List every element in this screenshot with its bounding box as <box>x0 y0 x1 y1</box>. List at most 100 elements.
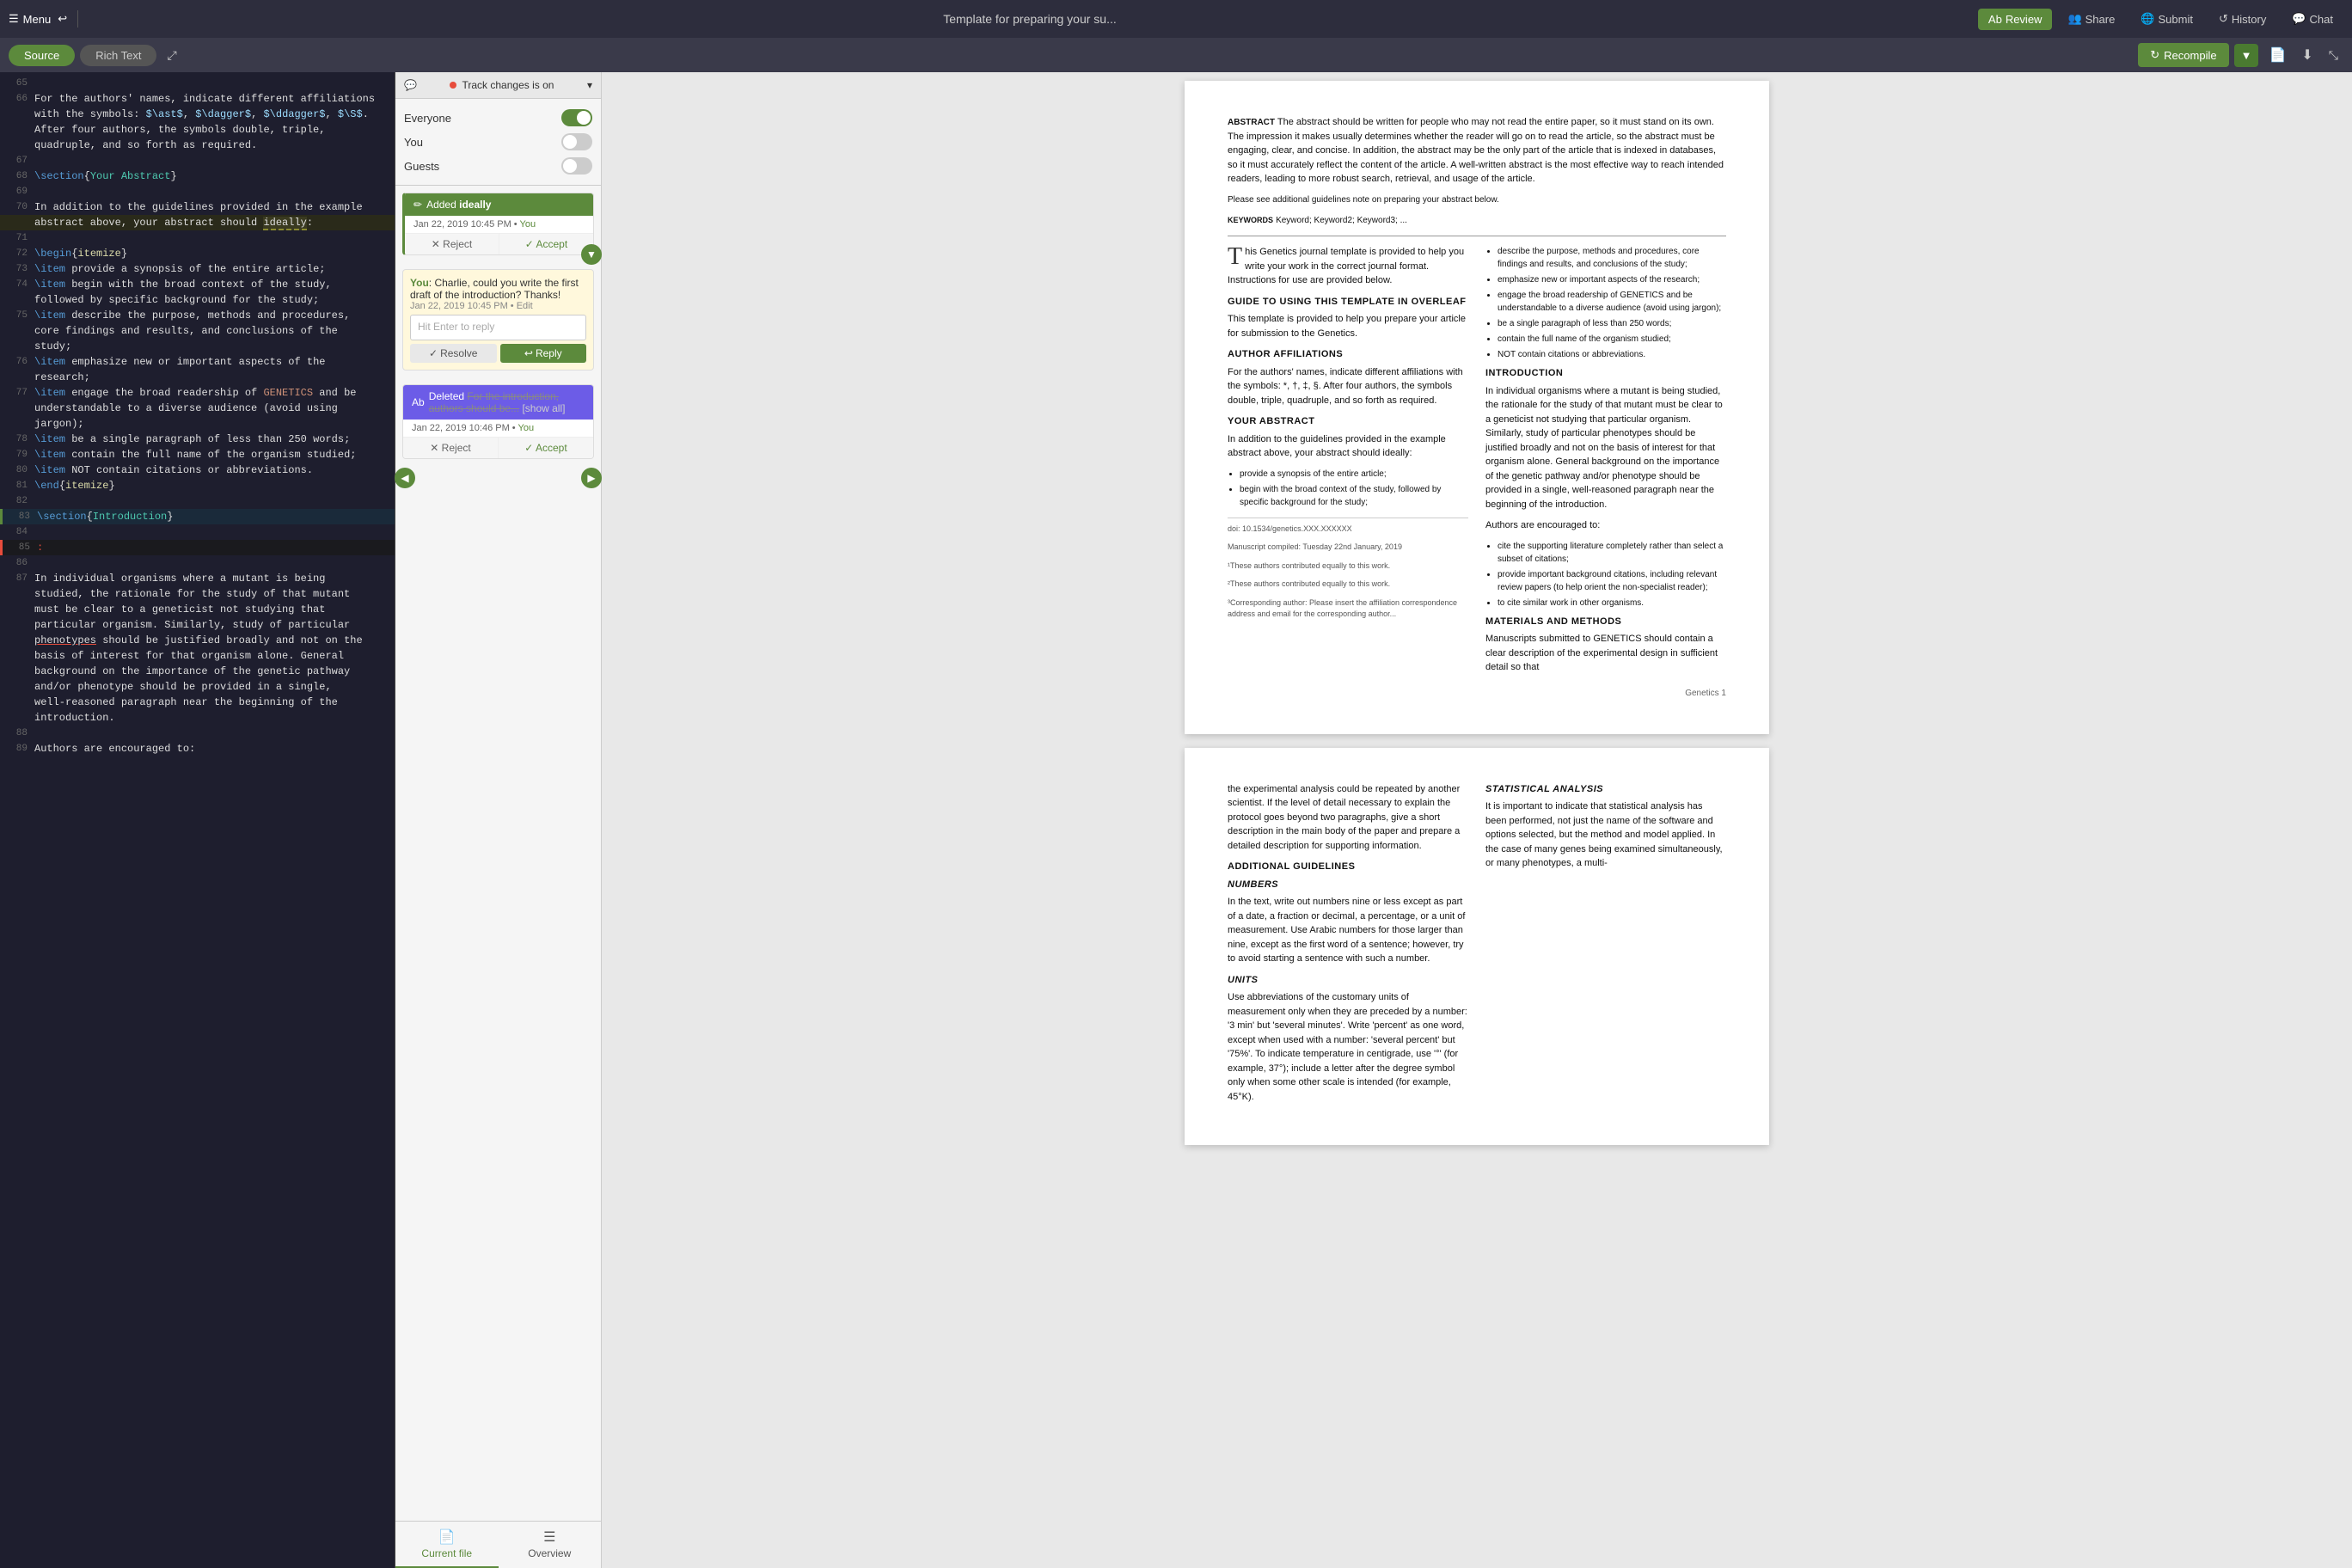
reply-button[interactable]: ↩ Reply <box>500 344 587 363</box>
line-87g: background on the importance of the gene… <box>0 664 395 679</box>
reject-button[interactable]: ✕ Reject <box>405 234 499 254</box>
line-86: 86 <box>0 555 395 571</box>
track-label: Track changes is on <box>462 79 554 91</box>
line-76: 76 \item emphasize new or important aspe… <box>0 354 395 370</box>
preview-col-left: T his Genetics journal template is provi… <box>1228 245 1468 682</box>
line-88: 88 <box>0 726 395 741</box>
everyone-label: Everyone <box>404 112 451 125</box>
right-bullet-4: be a single paragraph of less than 250 w… <box>1498 317 1726 330</box>
source-tab[interactable]: Source <box>9 45 75 66</box>
line-70b: abstract above, your abstract should ide… <box>0 215 395 230</box>
main-area: 65 66 For the authors' names, indicate d… <box>0 72 2352 1568</box>
rich-text-tab[interactable]: Rich Text <box>80 45 156 66</box>
chat-message: You: Charlie, could you write the first … <box>410 277 586 301</box>
line-79: 79 \item contain the full name of the or… <box>0 447 395 462</box>
download-icon-button[interactable]: ⬇ <box>2296 43 2318 67</box>
overview-tab[interactable]: ☰ Overview <box>499 1522 602 1568</box>
chat-reply-input[interactable]: Hit Enter to reply <box>410 315 586 340</box>
line-66c: After four authors, the symbols double, … <box>0 122 395 138</box>
line-87d: particular organism. Similarly, study of… <box>0 617 395 633</box>
topbar-actions: Ab Review 👥 Share 🌐 Submit ↺ History 💬 C… <box>1978 8 2343 30</box>
editor-content[interactable]: 65 66 For the authors' names, indicate d… <box>0 72 395 1568</box>
additional-title: Additional guidelines <box>1228 860 1468 874</box>
line-77c: jargon); <box>0 416 395 432</box>
prev-change-button[interactable]: ◀ <box>395 468 415 488</box>
comment-actions: ✕ Reject ✓ Accept <box>405 233 593 254</box>
keywords-line: KEYWORDS Keyword; Keyword2; Keyword3; ..… <box>1228 213 1726 228</box>
review-icon: Ab <box>1988 13 2002 26</box>
cite-bullet-2: provide important background citations, … <box>1498 568 1726 594</box>
accept-button[interactable]: ✓ Accept <box>499 234 593 254</box>
numbers-text: In the text, write out numbers nine or l… <box>1228 895 1468 966</box>
file-icon: 📄 <box>438 1528 456 1546</box>
you-toggle-row: You <box>404 130 592 154</box>
toggle-area: Everyone You Guests <box>395 99 601 186</box>
resolve-icon: ✓ <box>429 347 438 359</box>
resolve-button[interactable]: ✓ Resolve <box>410 344 497 363</box>
page2-intro: the experimental analysis could be repea… <box>1228 782 1468 854</box>
share-button[interactable]: 👥 Share <box>2057 8 2125 30</box>
save-icon-button[interactable]: 📄 <box>2263 43 2291 67</box>
track-dropdown-icon[interactable]: ▾ <box>587 79 592 91</box>
deleted-actions: ✕ Reject ✓ Accept <box>403 437 593 458</box>
track-changes-header: 💬 Track changes is on ▾ <box>395 72 601 99</box>
recompile-button[interactable]: ↻ Recompile <box>2138 43 2228 67</box>
guide-title: Guide to using this template in Overleaf <box>1228 295 1468 309</box>
line-65: 65 <box>0 76 395 91</box>
comment-header: ✏ Added ideally <box>405 193 593 216</box>
next-item-button[interactable]: ▶ <box>581 468 602 488</box>
expand-editor-button[interactable]: ⤢ <box>162 45 181 66</box>
deleted-card: Ab Deleted For the introduction, authors… <box>402 384 594 459</box>
you-toggle[interactable] <box>561 133 592 150</box>
deleted-reject-button[interactable]: ✕ Reject <box>403 438 499 458</box>
expand-preview-button[interactable]: ⤡ <box>2324 45 2343 66</box>
intro-dropcap-para: T his Genetics journal template is provi… <box>1228 245 1468 288</box>
current-file-tab[interactable]: 📄 Current file <box>395 1522 499 1568</box>
authors-encouraged: Authors are encouraged to: <box>1485 518 1726 533</box>
line-87: 87 In individual organisms where a mutan… <box>0 571 395 586</box>
preview-panel[interactable]: ABSTRACT The abstract should be written … <box>602 72 2352 1568</box>
affiliations-text: For the authors' names, indicate differe… <box>1228 365 1468 408</box>
line-66b: with the symbols: $\ast$, $\dagger$, $\d… <box>0 107 395 122</box>
editor-panel: 65 66 For the authors' names, indicate d… <box>0 72 395 1568</box>
preview-page-1: ABSTRACT The abstract should be written … <box>1185 81 1769 734</box>
share-icon: 👥 <box>2067 12 2081 26</box>
line-66: 66 For the authors' names, indicate diff… <box>0 91 395 107</box>
submit-button[interactable]: 🌐 Submit <box>2130 8 2203 30</box>
chat-icon: 💬 <box>2292 12 2306 26</box>
everyone-toggle-row: Everyone <box>404 106 592 130</box>
line-74: 74 \item begin with the broad context of… <box>0 277 395 292</box>
numbers-title: Numbers <box>1228 878 1468 892</box>
menu-icon: ☰ <box>9 12 19 26</box>
line-82: 82 <box>0 493 395 509</box>
submit-icon: 🌐 <box>2141 12 2154 26</box>
page2-col-right: Statistical Analysis It is important to … <box>1485 782 1726 1112</box>
line-75c: study; <box>0 339 395 354</box>
line-75b: core findings and results, and conclusio… <box>0 323 395 339</box>
bullet-1: provide a synopsis of the entire article… <box>1240 468 1468 481</box>
chat-bubble-icon: 💬 <box>404 79 417 91</box>
deleted-accept-button[interactable]: ✓ Accept <box>499 438 593 458</box>
affiliations-title: Author Affiliations <box>1228 347 1468 362</box>
history-button[interactable]: ↺ History <box>2208 8 2276 30</box>
document-title: Template for preparing your su... <box>89 12 1971 26</box>
line-87b: studied, the rationale for the study of … <box>0 586 395 602</box>
abstract-note: Please see additional guidelines note on… <box>1228 193 1726 206</box>
line-89: 89 Authors are encouraged to: <box>0 741 395 756</box>
topbar: ☰ Menu ↩ Template for preparing your su.… <box>0 0 2352 38</box>
menu-button[interactable]: ☰ Menu <box>9 12 51 26</box>
back-button[interactable]: ↩ <box>58 12 67 26</box>
show-all-link[interactable]: [show all] <box>522 402 565 414</box>
line-87c: must be clear to a geneticist not studyi… <box>0 602 395 617</box>
secondbar: Source Rich Text ⤢ ↻ Recompile ▼ 📄 ⬇ ⤡ <box>0 38 2352 72</box>
ab-icon: Ab <box>412 396 425 408</box>
chat-button[interactable]: 💬 Chat <box>2282 8 2343 30</box>
guests-toggle[interactable] <box>561 157 592 175</box>
recompile-dropdown-button[interactable]: ▼ <box>2234 44 2259 67</box>
next-change-button[interactable]: ▼ <box>581 244 602 265</box>
cite-bullet-3: to cite similar work in other organisms. <box>1498 597 1726 609</box>
review-button[interactable]: Ab Review <box>1978 9 2053 30</box>
edit-icon: ✏ <box>413 199 422 211</box>
divider1 <box>77 10 78 28</box>
everyone-toggle[interactable] <box>561 109 592 126</box>
